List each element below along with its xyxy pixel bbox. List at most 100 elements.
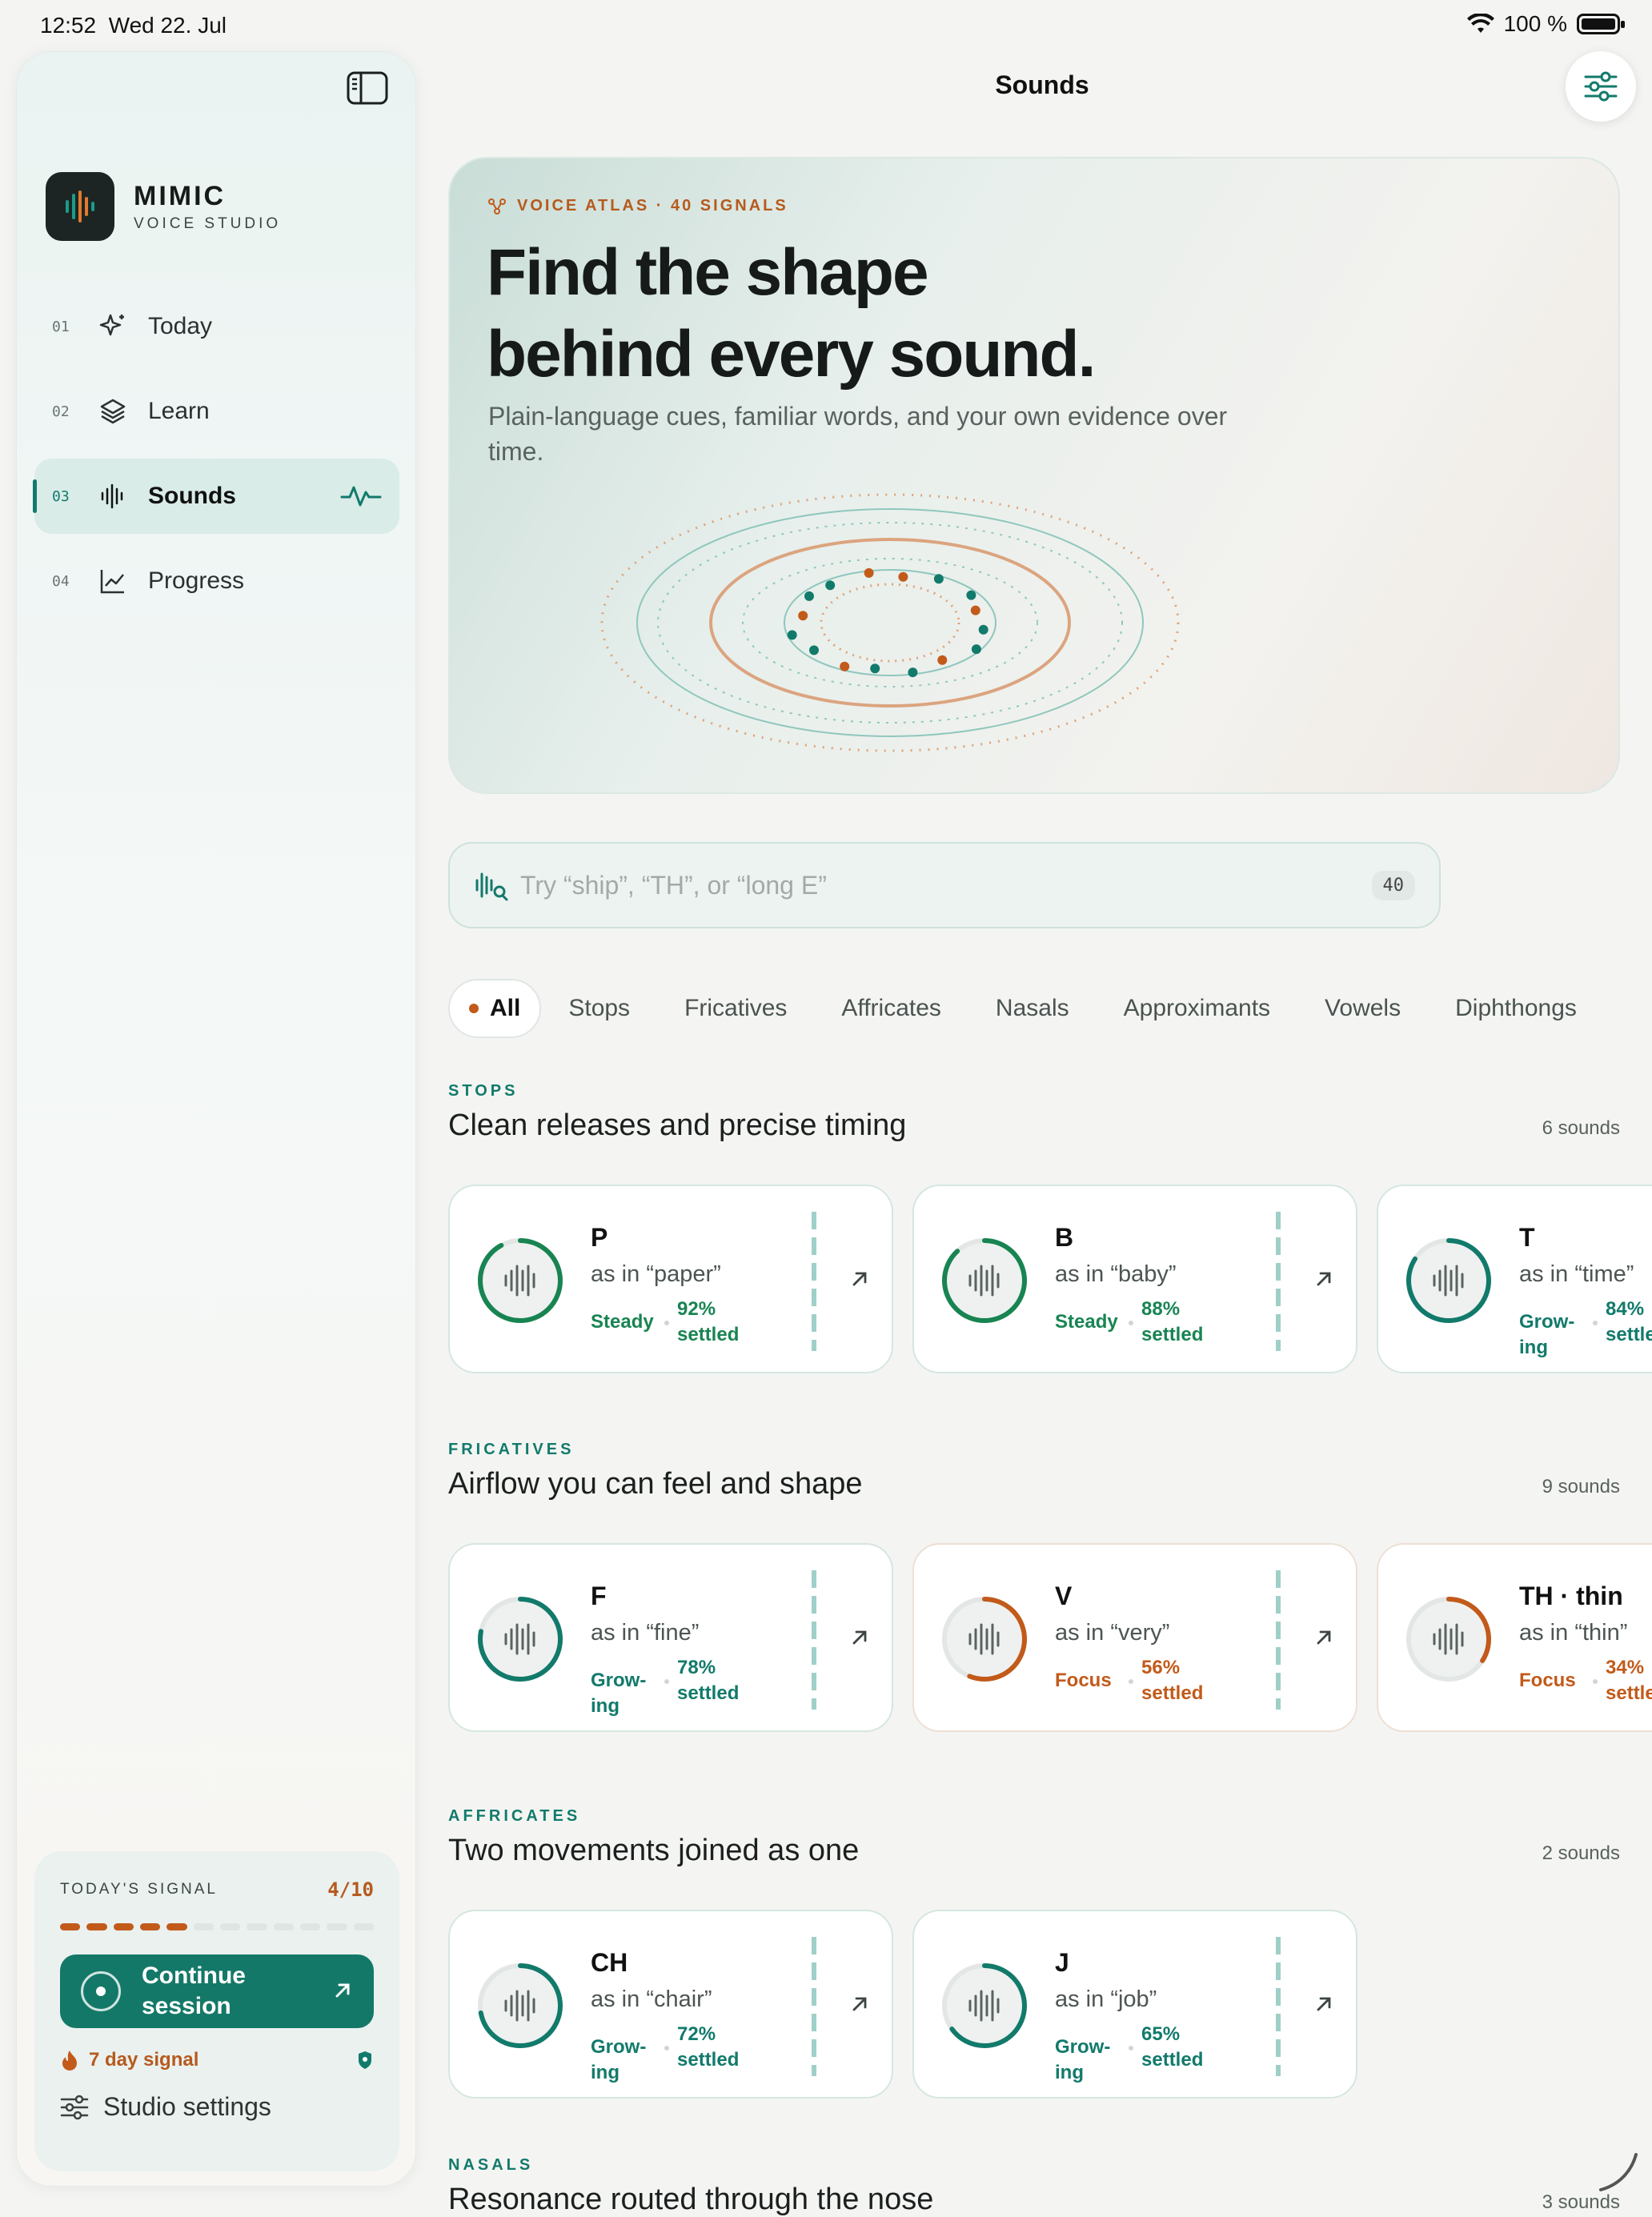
mastery-ring — [938, 1959, 1031, 2052]
signal-segment — [220, 1923, 240, 1930]
section-stops: STOPSClean releases and precise timing6 … — [448, 1082, 1620, 1143]
separator-dot — [1593, 1679, 1598, 1684]
sound-card[interactable]: Tas in “time”Grow-ing84%settled — [1377, 1185, 1652, 1373]
section-kicker: STOPS — [448, 1082, 1620, 1100]
sound-settled: 92%settled — [677, 1297, 739, 1348]
card-divider — [1276, 1570, 1281, 1710]
sound-cards-row: Pas in “paper”Steady92%settledBas in “ba… — [448, 1185, 1652, 1393]
chip-all[interactable]: All — [448, 979, 541, 1038]
sidebar-item-progress[interactable]: 04 Progress — [34, 543, 399, 619]
continue-session-button[interactable]: Continue session — [60, 1954, 374, 2028]
card-divider — [812, 1570, 816, 1710]
orbit-dot — [798, 611, 808, 620]
signal-segment — [274, 1923, 294, 1930]
orbit-dot — [898, 572, 908, 582]
card-divider — [1276, 1937, 1281, 2076]
sidebar-item-today[interactable]: 01 Today — [34, 289, 399, 364]
sound-status: Steady — [1055, 1309, 1122, 1335]
chip-affricates[interactable]: Affricates — [814, 979, 968, 1038]
signal-title: TODAY'S SIGNAL — [60, 1881, 218, 1898]
sound-cards-row: Fas in “fine”Grow-ing78%settledVas in “v… — [448, 1543, 1652, 1751]
streak-row: 7 day signal — [60, 2049, 374, 2071]
sound-card[interactable]: CHas in “chair”Grow-ing72%settled — [448, 1910, 893, 2099]
brand-name: MIMIC — [134, 181, 281, 212]
signal-segment — [354, 1923, 374, 1930]
separator-dot — [664, 2046, 669, 2051]
orbit-dot — [908, 668, 917, 677]
waveform-search-icon — [474, 869, 509, 901]
sound-card[interactable]: Jas in “job”Grow-ing65%settled — [912, 1910, 1357, 2099]
sidebar-toggle-button[interactable] — [347, 71, 388, 106]
chip-nasals[interactable]: Nasals — [968, 979, 1097, 1038]
sliders-icon — [1583, 70, 1618, 102]
status-right: 100 % — [1467, 11, 1620, 37]
chip-fricatives[interactable]: Fricatives — [657, 979, 814, 1038]
chart-icon — [97, 565, 129, 597]
sound-letter: F — [591, 1582, 607, 1611]
orbit-dot — [934, 574, 944, 583]
studio-settings-button[interactable]: Studio settings — [60, 2092, 374, 2122]
sound-settled: 88%settled — [1141, 1297, 1203, 1348]
waveform-icon — [97, 480, 129, 512]
sound-card[interactable]: Bas in “baby”Steady88%settled — [912, 1185, 1357, 1373]
brand-subtitle: VOICE STUDIO — [134, 215, 281, 233]
signal-count: 4/10 — [327, 1878, 374, 1901]
settled-percent: 88% — [1141, 1298, 1180, 1320]
sound-example: as in “fine” — [591, 1620, 699, 1646]
separator-dot — [664, 1321, 669, 1325]
orbit-dot — [937, 655, 947, 665]
orbit-dot — [870, 663, 880, 673]
section-nasals: NASALSResonance routed through the nose3… — [448, 2156, 1620, 2217]
sound-card[interactable]: TH · thinas in “thin”Focus34%settled — [1377, 1543, 1652, 1732]
settled-label: settled — [677, 1324, 739, 1345]
separator-dot — [1593, 1321, 1598, 1325]
chip-vowels[interactable]: Vowels — [1297, 979, 1428, 1038]
arrow-up-right-icon — [848, 1993, 871, 2015]
chip-stops[interactable]: Stops — [541, 979, 657, 1038]
signal-segment — [114, 1923, 134, 1930]
pulse-icon — [340, 481, 382, 510]
constellation-icon — [488, 198, 506, 214]
mastery-ring — [1402, 1234, 1495, 1327]
sound-card[interactable]: Vas in “very”Focus56%settled — [912, 1543, 1357, 1732]
signal-segment — [86, 1923, 106, 1930]
settled-label: settled — [1141, 2049, 1203, 2071]
settled-percent: 78% — [677, 1657, 716, 1678]
section-title: Resonance routed through the nose — [448, 2183, 1620, 2217]
filter-button[interactable] — [1566, 51, 1636, 122]
sidebar: MIMIC VOICE STUDIO 01 Today 02 Learn 03 … — [16, 51, 416, 2187]
sound-letter: B — [1055, 1223, 1073, 1253]
sound-card[interactable]: Fas in “fine”Grow-ing78%settled — [448, 1543, 893, 1732]
section-title: Airflow you can feel and shape — [448, 1467, 1620, 1501]
separator-dot — [1129, 2046, 1133, 2051]
sound-example: as in “time” — [1519, 1261, 1634, 1288]
card-divider — [812, 1937, 816, 2076]
arrow-up-right-icon — [848, 1268, 871, 1290]
search-input[interactable] — [520, 871, 1372, 900]
signal-segment — [300, 1923, 320, 1930]
section-count: 2 sounds — [1542, 1842, 1620, 1865]
chip-approximants[interactable]: Approximants — [1097, 979, 1297, 1038]
sidebar-item-learn[interactable]: 02 Learn — [34, 374, 399, 449]
sound-search-bar[interactable]: 40 — [448, 842, 1441, 928]
settled-label: settled — [677, 1682, 739, 1704]
nav-label: Learn — [148, 398, 210, 425]
sound-card[interactable]: Pas in “paper”Steady92%settled — [448, 1185, 893, 1373]
arrow-up-right-icon — [848, 1626, 871, 1649]
mastery-ring — [474, 1959, 567, 2052]
sparkle-icon — [97, 311, 129, 343]
sound-example: as in “thin” — [1519, 1620, 1627, 1646]
mastery-ring — [474, 1234, 567, 1327]
settled-percent: 72% — [677, 2023, 716, 2045]
signal-progress-bar — [60, 1923, 374, 1930]
sound-settled: 84%settled — [1606, 1297, 1652, 1348]
sound-settled: 34%settled — [1606, 1655, 1652, 1706]
orbit-dot — [840, 662, 849, 672]
sidebar-toggle-icon — [347, 71, 388, 105]
chip-diphthongs[interactable]: Diphthongs — [1428, 979, 1604, 1038]
sidebar-item-sounds[interactable]: 03 Sounds — [34, 459, 399, 534]
shield-icon — [356, 2050, 374, 2071]
signal-segment — [327, 1923, 347, 1930]
sound-example: as in “job” — [1055, 1986, 1157, 2013]
mastery-ring — [474, 1593, 567, 1686]
